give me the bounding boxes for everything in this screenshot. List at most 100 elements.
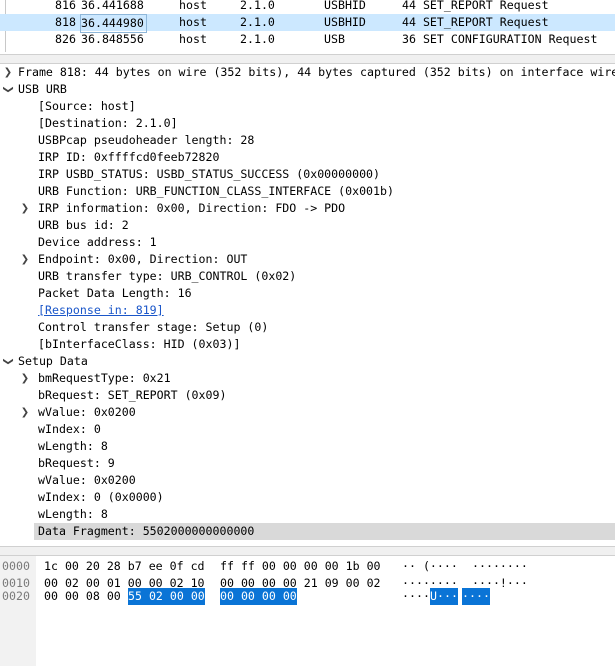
tree-item[interactable]: wValue: 0x0200	[0, 472, 615, 489]
tree-item-bmrequesttype[interactable]: ❯ bmRequestType: 0x21	[0, 370, 615, 387]
chevron-right-icon[interactable]: ❯	[19, 200, 31, 217]
packet-source: host	[179, 15, 207, 29]
packet-info: 44 SET_REPORT Request	[402, 0, 549, 12]
packet-details-tree[interactable]: ❯ Frame 818: 44 bytes on wire (352 bits)…	[0, 64, 615, 544]
tree-item-label: IRP information: 0x00, Direction: FDO ->…	[38, 201, 346, 215]
packet-row[interactable]: 826 36.848556 host 2.1.0 USB 36 SET CONF…	[0, 31, 615, 48]
tree-item[interactable]: [bInterfaceClass: HID (0x03)]	[0, 336, 615, 353]
tree-item[interactable]: URB transfer type: URB_CONTROL (0x02)	[0, 268, 615, 285]
chevron-right-icon[interactable]: ❯	[19, 404, 31, 421]
tree-item[interactable]: USBPcap pseudoheader length: 28	[0, 132, 615, 149]
tree-item[interactable]: [Source: host]	[0, 98, 615, 115]
tree-item[interactable]: URB Function: URB_FUNCTION_CLASS_INTERFA…	[0, 183, 615, 200]
tree-item[interactable]: bRequest: SET_REPORT (0x09)	[0, 387, 615, 404]
tree-item-label: Frame 818: 44 bytes on wire (352 bits), …	[18, 65, 615, 79]
hex-bytes[interactable]: 1c 00 20 28 b7 ee 0f cd	[44, 558, 205, 575]
tree-item[interactable]: bRequest: 9	[0, 455, 615, 472]
hex-dump-pane[interactable]: 0000 1c 00 20 28 b7 ee 0f cd ff ff 00 00…	[0, 556, 615, 666]
pane-splitter[interactable]	[0, 54, 615, 64]
hex-ascii-selected[interactable]: ····	[462, 588, 490, 605]
hex-ascii[interactable]: ········	[472, 558, 528, 575]
packet-row[interactable]: 816 36.441688 host 2.1.0 USBHID 44 SET_R…	[0, 0, 615, 14]
tree-item-setup-data[interactable]: ❯ Setup Data	[0, 353, 615, 370]
tree-item-label: Setup Data	[18, 354, 88, 368]
tree-item-label: Endpoint: 0x00, Direction: OUT	[38, 252, 248, 266]
tree-item-label: URB bus id: 2	[38, 218, 129, 232]
tree-item-label: [bInterfaceClass: HID (0x03)]	[38, 337, 241, 351]
tree-item-wvalue[interactable]: ❯ wValue: 0x0200	[0, 404, 615, 421]
tree-item-label: Packet Data Length: 16	[38, 286, 192, 300]
tree-item-label: IRP USBD_STATUS: USBD_STATUS_SUCCESS (0x…	[38, 167, 381, 181]
tree-item-label: URB Function: URB_FUNCTION_CLASS_INTERFA…	[38, 184, 394, 198]
chevron-down-icon[interactable]: ❯	[0, 356, 17, 368]
tree-item-label: bRequest: SET_REPORT (0x09)	[38, 388, 227, 402]
chevron-right-icon[interactable]: ❯	[2, 64, 14, 81]
tree-item[interactable]: [Destination: 2.1.0]	[0, 115, 615, 132]
packet-protocol: USB	[324, 32, 345, 46]
hex-ascii[interactable]: ·· (····	[402, 558, 458, 575]
hex-bytes-selected[interactable]: 55 02 00 00	[128, 588, 205, 605]
tree-item-irp-information[interactable]: ❯ IRP information: 0x00, Direction: FDO …	[0, 200, 615, 217]
hex-offset: 0020	[2, 589, 30, 603]
packet-number: 816	[55, 0, 76, 12]
tree-item-label: IRP ID: 0xffffcd0feeb72820	[38, 150, 220, 164]
tree-item-frame[interactable]: ❯ Frame 818: 44 bytes on wire (352 bits)…	[0, 64, 615, 81]
chevron-down-icon[interactable]: ❯	[0, 84, 17, 96]
hex-bytes[interactable]: 00 00 08 00	[44, 588, 121, 605]
hex-bytes[interactable]: ff ff 00 00 00 00 1b 00	[220, 558, 381, 575]
packet-destination: 2.1.0	[240, 0, 275, 12]
hex-ascii[interactable]: ····	[402, 588, 430, 605]
response-in-link[interactable]: [Response in: 819]	[38, 302, 164, 319]
tree-item[interactable]: Control transfer stage: Setup (0)	[0, 319, 615, 336]
packet-info: 44 SET_REPORT Request	[402, 15, 549, 29]
packet-destination: 2.1.0	[240, 15, 275, 29]
tree-item[interactable]: wLength: 8	[0, 506, 615, 523]
packet-source: host	[179, 0, 207, 12]
tree-item-endpoint[interactable]: ❯ Endpoint: 0x00, Direction: OUT	[0, 251, 615, 268]
hex-offset: 0000	[2, 559, 30, 573]
tree-item-label: Device address: 1	[38, 235, 157, 249]
packet-number: 826	[55, 32, 76, 46]
tree-item[interactable]: wIndex: 0	[0, 421, 615, 438]
tree-item-label: URB transfer type: URB_CONTROL (0x02)	[38, 269, 297, 283]
tree-item[interactable]: Device address: 1	[0, 234, 615, 251]
tree-item-label: wValue: 0x0200	[38, 473, 136, 487]
hex-ascii-selected[interactable]: U···	[430, 588, 458, 605]
packet-time: 36.848556	[81, 32, 144, 46]
packet-protocol: USBHID	[324, 15, 366, 29]
tree-item-label: USB URB	[18, 82, 67, 96]
tree-item-label: wLength: 8	[38, 439, 108, 453]
tree-item[interactable]: wLength: 8	[0, 438, 615, 455]
tree-item-label: bmRequestType: 0x21	[38, 371, 171, 385]
packet-source: host	[179, 32, 207, 46]
packet-number: 818	[55, 15, 76, 29]
tree-item[interactable]: Packet Data Length: 16	[0, 285, 615, 302]
packet-list[interactable]: 816 36.441688 host 2.1.0 USBHID 44 SET_R…	[0, 0, 615, 52]
tree-item-usb-urb[interactable]: ❯ USB URB	[0, 81, 615, 98]
packet-info: 36 SET CONFIGURATION Request	[402, 32, 598, 46]
chevron-right-icon[interactable]: ❯	[19, 251, 31, 268]
tree-item-label: wIndex: 0	[38, 422, 101, 436]
tree-item-response-link[interactable]: [Response in: 819]	[0, 302, 615, 319]
tree-item-data-fragment-selected[interactable]: Data Fragment: 5502000000000000	[34, 523, 615, 540]
tree-item-label: wLength: 8	[38, 507, 108, 521]
packet-time: 36.441688	[81, 0, 144, 12]
tree-item-label: wIndex: 0 (0x0000)	[38, 490, 164, 504]
tree-item-label: Data Fragment: 5502000000000000	[38, 524, 255, 538]
tree-item-label: bRequest: 9	[38, 456, 115, 470]
tree-item[interactable]: URB bus id: 2	[0, 217, 615, 234]
tree-item[interactable]: IRP ID: 0xffffcd0feeb72820	[0, 149, 615, 166]
packet-row-selected[interactable]: 818 36.444980 host 2.1.0 USBHID 44 SET_R…	[0, 14, 615, 33]
tree-item-label: wValue: 0x0200	[38, 405, 136, 419]
tree-item-label: [Source: host]	[38, 99, 136, 113]
chevron-right-icon[interactable]: ❯	[19, 370, 31, 387]
tree-item-label: [Destination: 2.1.0]	[38, 116, 178, 130]
tree-item[interactable]: IRP USBD_STATUS: USBD_STATUS_SUCCESS (0x…	[0, 166, 615, 183]
packet-destination: 2.1.0	[240, 32, 275, 46]
packet-protocol: USBHID	[324, 0, 366, 12]
tree-item-label: USBPcap pseudoheader length: 28	[38, 133, 255, 147]
tree-item-label: Control transfer stage: Setup (0)	[38, 320, 269, 334]
hex-bytes-selected[interactable]: 00 00 00 00	[220, 588, 297, 605]
tree-item[interactable]: wIndex: 0 (0x0000)	[0, 489, 615, 506]
pane-splitter[interactable]	[0, 546, 615, 556]
